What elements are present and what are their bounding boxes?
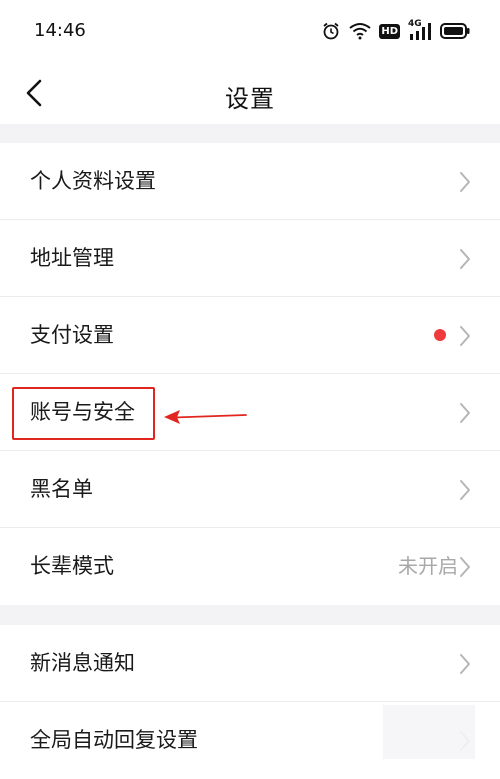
settings-item-label: 支付设置 <box>30 323 114 347</box>
wifi-icon <box>349 22 371 40</box>
chevron-right-icon <box>460 249 470 269</box>
settings-item-label: 地址管理 <box>30 246 114 270</box>
settings-group-1: 个人资料设置 地址管理 支付设置 账号与安全 黑名单 长辈模式 未开启 <box>0 143 500 605</box>
settings-item-payment[interactable]: 支付设置 <box>0 297 500 374</box>
section-divider <box>0 124 500 143</box>
settings-item-notifications[interactable]: 新消息通知 <box>0 625 500 702</box>
chevron-right-icon <box>460 557 470 577</box>
hd-icon: HD <box>379 23 400 39</box>
chevron-right-icon <box>460 326 470 346</box>
4g-signal-icon: 4G <box>408 19 432 41</box>
status-time: 14:46 <box>34 20 86 41</box>
settings-item-elder-mode[interactable]: 长辈模式 未开启 <box>0 528 500 605</box>
section-divider <box>0 605 500 625</box>
settings-item-label: 长辈模式 <box>30 554 114 578</box>
settings-item-label: 黑名单 <box>30 477 93 501</box>
annotation-arrow-icon <box>164 410 247 424</box>
chevron-right-icon <box>460 480 470 500</box>
chevron-right-icon <box>460 403 470 423</box>
page-title: 设置 <box>225 85 275 113</box>
settings-item-profile[interactable]: 个人资料设置 <box>0 143 500 220</box>
chevron-right-icon <box>460 172 470 192</box>
settings-item-address[interactable]: 地址管理 <box>0 220 500 297</box>
notification-dot <box>434 329 446 341</box>
settings-item-label: 全局自动回复设置 <box>30 728 198 752</box>
elder-mode-status: 未开启 <box>398 554 458 578</box>
navigation-bar: 设置 <box>0 62 500 124</box>
chevron-right-icon <box>460 654 470 674</box>
settings-item-blacklist[interactable]: 黑名单 <box>0 451 500 528</box>
status-bar: 14:46 HD 4G <box>0 0 500 62</box>
settings-item-label: 个人资料设置 <box>30 169 156 193</box>
settings-item-label: 新消息通知 <box>30 651 135 675</box>
battery-icon <box>440 23 470 39</box>
annotation-highlight-box <box>12 387 155 440</box>
alarm-icon <box>321 21 341 41</box>
watermark-blur <box>383 705 475 759</box>
status-icons: HD 4G <box>321 19 470 42</box>
